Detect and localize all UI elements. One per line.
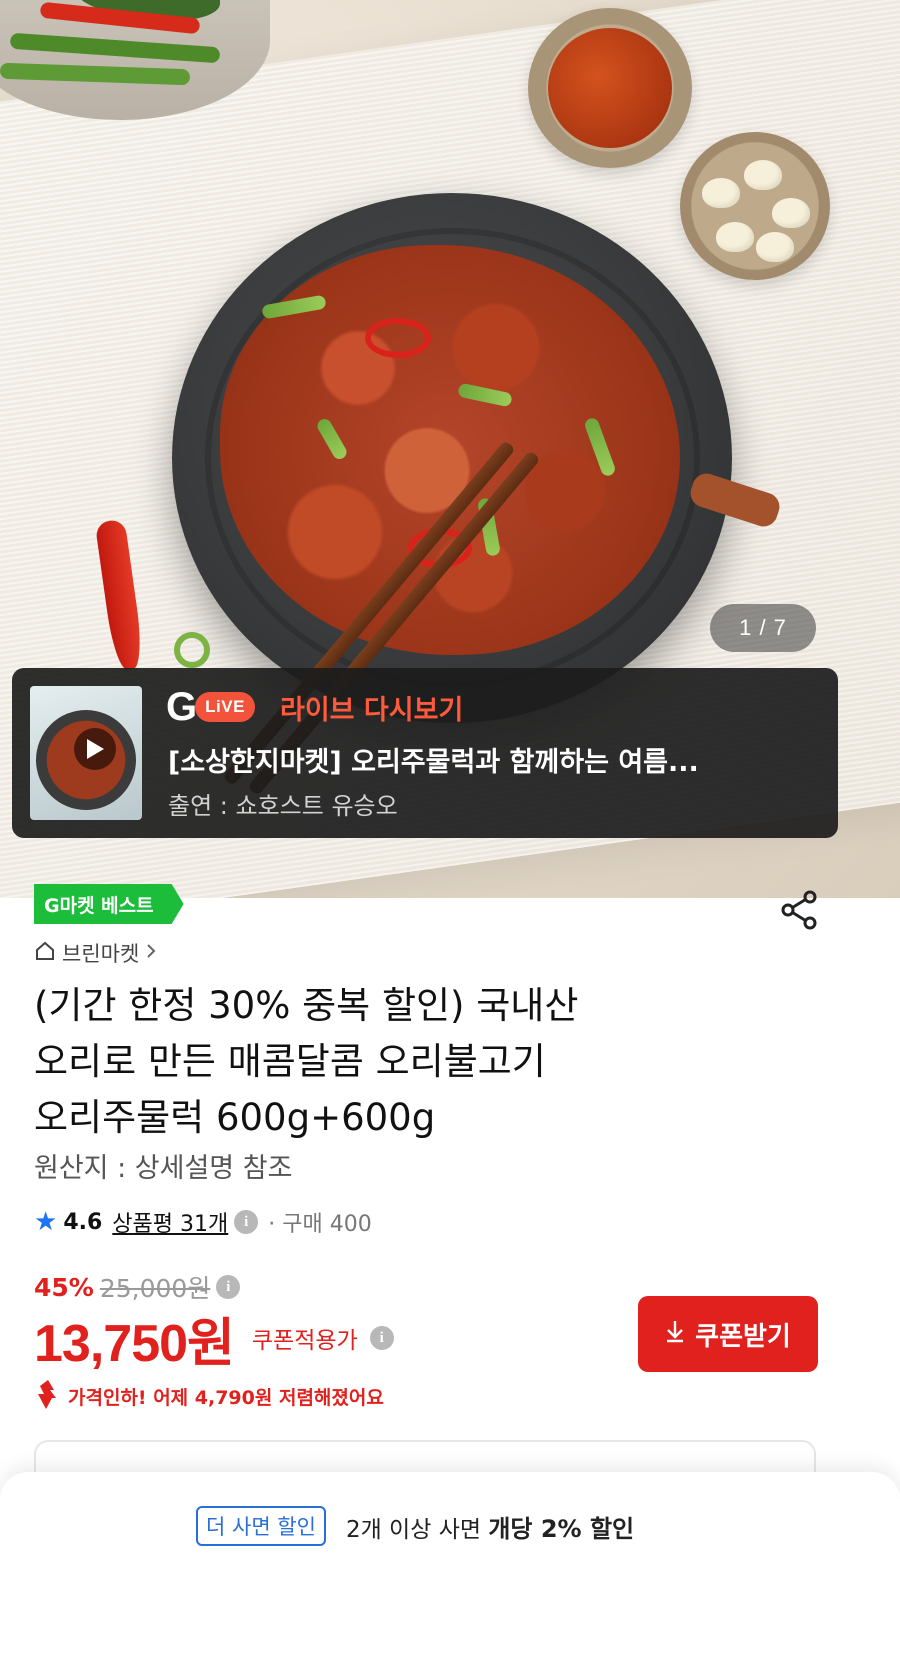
discount-rate: 45% bbox=[34, 1272, 94, 1302]
coupon-button-label: 쿠폰받기 bbox=[695, 1321, 791, 1352]
review-link[interactable]: 상품평 31개 bbox=[112, 1206, 228, 1238]
star-icon: ★ bbox=[34, 1207, 58, 1237]
info-icon[interactable]: i bbox=[216, 1275, 241, 1299]
info-icon[interactable]: i bbox=[234, 1210, 259, 1234]
gmarket-best-badge: G마켓 베스트 bbox=[34, 884, 184, 924]
origin-info: 원산지 : 상세설명 참조 bbox=[34, 1153, 293, 1184]
bottom-sheet bbox=[0, 1472, 900, 1661]
price-row: 13,750원 쿠폰적용가 i bbox=[34, 1306, 394, 1373]
product-title-line: 오리로 만든 매콤달콤 오리불고기 bbox=[34, 1040, 546, 1083]
bulk-discount-row[interactable]: 더 사면 할인 2개 이상 사면 개당 2% 할인 bbox=[196, 1506, 634, 1546]
glive-logo: G LiVE bbox=[166, 686, 255, 728]
download-icon bbox=[665, 1319, 685, 1350]
image-counter: 1 / 7 bbox=[710, 604, 816, 652]
arrow-down-icon bbox=[34, 1378, 62, 1415]
product-title: (기간 한정 30% 중복 할인) 국내산 오리로 만든 매콤달콤 오리불고기 … bbox=[34, 978, 814, 1146]
play-icon[interactable] bbox=[74, 728, 116, 770]
share-icon[interactable] bbox=[778, 888, 822, 932]
glive-logo-g: G bbox=[166, 685, 198, 729]
price-drop-text: 가격인하! 어제 4,790원 저렴해졌어요 bbox=[68, 1386, 384, 1409]
coupon-download-button[interactable]: 쿠폰받기 bbox=[638, 1296, 818, 1372]
live-cast: 출연 : 쇼호스트 유승오 bbox=[168, 792, 398, 820]
product-title-line: (기간 한정 30% 중복 할인) 국내산 bbox=[34, 984, 579, 1027]
glive-logo-pill: LiVE bbox=[195, 692, 255, 722]
info-icon[interactable]: i bbox=[369, 1326, 394, 1350]
discount-row: 45% 25,000원 i bbox=[34, 1270, 241, 1304]
coupon-price-label: 쿠폰적용가 bbox=[251, 1328, 358, 1354]
product-title-line: 오리주물럭 600g+600g bbox=[34, 1096, 436, 1139]
bulk-discount-badge: 더 사면 할인 bbox=[196, 1506, 326, 1546]
live-replay-label[interactable]: 라이브 다시보기 bbox=[280, 688, 463, 727]
store-link[interactable]: 브린마켓 bbox=[34, 938, 157, 968]
price-drop-notice: 가격인하! 어제 4,790원 저렴해졌어요 bbox=[34, 1378, 384, 1414]
sale-price: 13,750원 bbox=[34, 1314, 235, 1373]
purchase-count: · 구매 400 bbox=[268, 1212, 372, 1237]
store-name: 브린마켓 bbox=[62, 942, 140, 966]
home-icon bbox=[34, 940, 56, 967]
chevron-right-icon bbox=[145, 941, 157, 965]
bulk-discount-strong: 개당 2% 할인 bbox=[488, 1514, 635, 1543]
bulk-discount-text: 2개 이상 사면 bbox=[345, 1516, 482, 1543]
live-thumbnail[interactable] bbox=[30, 686, 142, 820]
rating-row: ★ 4.6 상품평 31개 i · 구매 400 bbox=[34, 1206, 372, 1238]
live-title[interactable]: [소상한지마켓] 오리주물럭과 함께하는 여름... bbox=[168, 740, 788, 779]
rating-value: 4.6 bbox=[63, 1209, 103, 1235]
